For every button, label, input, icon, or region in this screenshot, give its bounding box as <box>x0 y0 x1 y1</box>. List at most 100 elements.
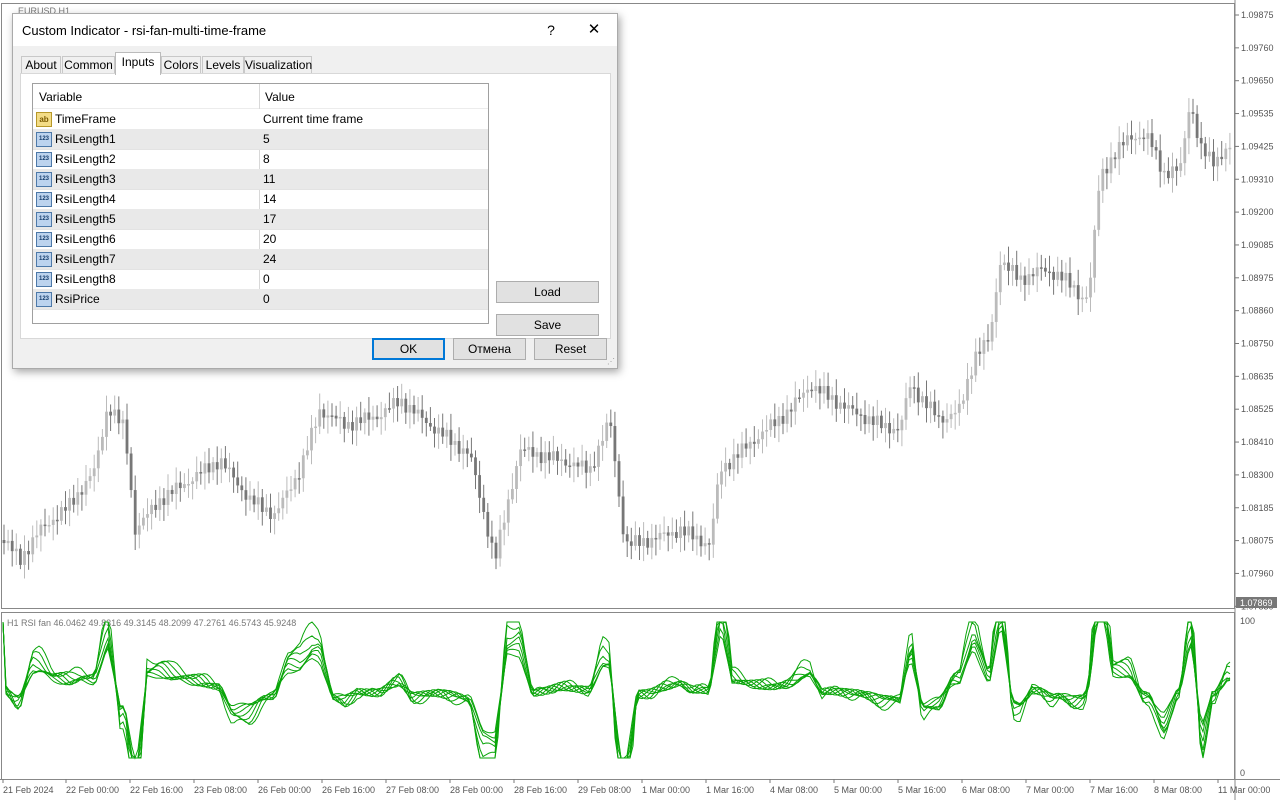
input-row-rsilength6[interactable]: 123 RsiLength6 20 <box>33 229 488 250</box>
input-name: RsiLength6 <box>55 232 116 246</box>
input-row-rsiprice[interactable]: 123 RsiPrice 0 <box>33 289 488 310</box>
input-row-rsilength7[interactable]: 123 RsiLength7 24 <box>33 249 488 270</box>
input-value[interactable]: 20 <box>263 232 276 246</box>
candle-body <box>859 414 863 416</box>
tab-common[interactable]: Common <box>62 56 115 74</box>
input-name: RsiLength3 <box>55 172 116 186</box>
integer-type-icon: 123 <box>36 272 52 287</box>
candle-body <box>670 532 674 536</box>
candle-body <box>228 467 231 470</box>
candle-body <box>978 351 982 354</box>
price-level-label: 1.09650 <box>1241 76 1274 86</box>
input-row-rsilength5[interactable]: 123 RsiLength5 17 <box>33 209 488 230</box>
candle-body <box>683 526 686 536</box>
candle-body <box>1117 142 1121 160</box>
input-row-rsilength2[interactable]: 123 RsiLength2 8 <box>33 149 488 170</box>
candle-body <box>297 478 301 480</box>
candle-body <box>1003 262 1006 266</box>
input-value[interactable]: 0 <box>263 272 270 286</box>
input-value[interactable]: 0 <box>263 292 270 306</box>
price-level-label: 1.09875 <box>1241 10 1274 20</box>
candle-body <box>478 475 481 498</box>
candle-body <box>211 462 215 473</box>
input-row-timeframe[interactable]: ab TimeFrame Current time frame <box>33 109 488 130</box>
candle-body <box>1208 151 1211 157</box>
time-axis-label: 21 Feb 2024 <box>3 785 54 795</box>
time-axis-label: 26 Feb 00:00 <box>258 785 311 795</box>
candle-body <box>47 524 51 527</box>
tab-inputs[interactable]: Inputs <box>115 52 161 75</box>
candle-body <box>687 526 691 536</box>
ok-button[interactable]: OK <box>372 338 445 360</box>
tab-colors[interactable]: Colors <box>161 56 201 74</box>
dialog-titlebar[interactable]: Custom Indicator - rsi-fan-multi-time-fr… <box>13 14 617 46</box>
tab-levels[interactable]: Levels <box>202 56 244 74</box>
input-value[interactable]: 14 <box>263 192 276 206</box>
candle-body <box>1138 137 1142 140</box>
candle-body <box>748 441 752 449</box>
candle-body <box>412 405 416 414</box>
candle-body <box>765 429 768 432</box>
tab-about[interactable]: About <box>21 56 61 74</box>
candle-body <box>1076 285 1080 300</box>
candle-body <box>560 459 563 461</box>
help-button[interactable]: ? <box>539 18 563 42</box>
candle-body <box>1052 271 1055 280</box>
input-value[interactable]: Current time frame <box>263 112 363 126</box>
candle-body <box>1179 163 1183 171</box>
candle-body <box>617 461 621 497</box>
candle-body <box>781 415 785 424</box>
candle-body <box>1220 156 1224 160</box>
input-value[interactable]: 11 <box>263 172 275 186</box>
input-value[interactable]: 17 <box>263 212 276 226</box>
input-value[interactable]: 8 <box>263 152 270 166</box>
candle-body <box>293 478 297 490</box>
input-row-rsilength8[interactable]: 123 RsiLength8 0 <box>33 269 488 290</box>
candle-body <box>461 448 465 454</box>
candle-body <box>957 403 961 413</box>
input-value[interactable]: 5 <box>263 132 270 146</box>
resize-grip-icon[interactable]: ⋰ <box>607 358 615 366</box>
candle-body <box>871 416 875 425</box>
candle-body <box>568 465 572 468</box>
candle-body <box>154 504 158 510</box>
candle-body <box>609 422 613 427</box>
column-value-header[interactable]: Value <box>265 90 295 104</box>
input-row-rsilength3[interactable]: 123 RsiLength3 11 <box>33 169 488 190</box>
candle-body <box>1097 190 1101 230</box>
candle-body <box>101 436 104 451</box>
candle-body <box>793 397 797 412</box>
cancel-button[interactable]: Отмена <box>453 338 526 360</box>
price-level-label: 1.08975 <box>1241 273 1274 283</box>
reset-button[interactable]: Reset <box>534 338 607 360</box>
input-value[interactable]: 24 <box>263 252 276 266</box>
load-button[interactable]: Load <box>496 281 599 303</box>
candle-body <box>1130 135 1133 140</box>
close-button[interactable]: ✕ <box>579 18 609 42</box>
candle-body <box>642 538 645 546</box>
candle-body <box>658 532 662 540</box>
indicator-scale-bottom: 0 <box>1240 768 1245 778</box>
candle-body <box>400 398 404 407</box>
candle-body <box>912 387 916 389</box>
dialog-title: Custom Indicator - rsi-fan-multi-time-fr… <box>22 23 267 38</box>
candle-body <box>830 395 834 400</box>
tab-visualization[interactable]: Visualization <box>244 56 312 74</box>
grid-header: Variable Value <box>33 84 488 109</box>
input-row-rsilength1[interactable]: 123 RsiLength1 5 <box>33 129 488 150</box>
save-button[interactable]: Save <box>496 314 599 336</box>
price-level-label: 1.09425 <box>1241 141 1274 151</box>
candle-body <box>449 429 453 445</box>
price-level-label: 1.08300 <box>1241 470 1274 480</box>
candle-body <box>338 416 342 419</box>
candle-body <box>117 409 121 424</box>
column-variable-header[interactable]: Variable <box>39 90 82 104</box>
price-level-label: 1.08750 <box>1241 339 1274 349</box>
candle-body <box>232 467 235 478</box>
candle-body <box>224 458 227 469</box>
candle-body <box>1015 264 1019 280</box>
integer-type-icon: 123 <box>36 292 52 307</box>
candle-body <box>1228 147 1232 150</box>
candle-body <box>761 431 764 440</box>
input-row-rsilength4[interactable]: 123 RsiLength4 14 <box>33 189 488 210</box>
